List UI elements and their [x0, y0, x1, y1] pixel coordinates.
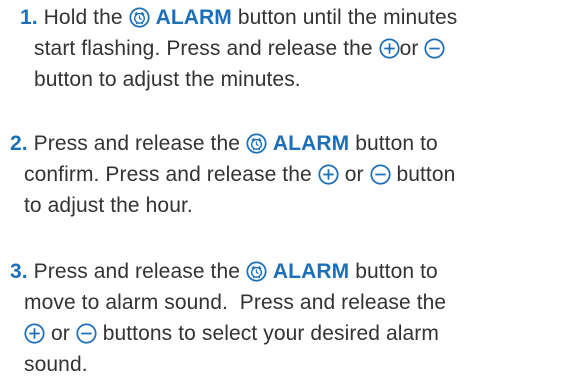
step-3-line-3-mid: or — [50, 322, 70, 345]
step-3-line-3-post: buttons to select your desired alarm — [102, 322, 439, 345]
step-2-line-3: to adjust the hour. — [24, 194, 193, 217]
plus-circle-icon — [379, 38, 400, 59]
step-3-line-1: 3. Press and release the ALARM button to — [10, 256, 550, 287]
step-1-line-1-post: button until the minutes — [237, 6, 458, 29]
alarm-clock-icon — [246, 133, 267, 154]
step-1-number: 1. — [20, 6, 38, 29]
instruction-step-2: 2. Press and release the ALARM button to… — [10, 128, 550, 221]
step-1-line-1: 1. Hold the ALARM button until the minut… — [20, 2, 560, 33]
step-1-line-3: button to adjust the minutes. — [34, 68, 301, 91]
alarm-clock-icon — [246, 261, 267, 282]
step-2-line-2: confirm. Press and release the or button — [10, 159, 550, 190]
step-2-line-1-post: button to — [355, 132, 438, 155]
step-2-line-2-mid: or — [344, 163, 364, 186]
step-2-line-2-post: button — [396, 163, 456, 186]
minus-circle-icon — [369, 164, 391, 185]
step-2-line-2-pre: confirm. Press and release the — [24, 163, 312, 186]
step-1-alarm-label: ALARM — [155, 6, 232, 29]
step-3-line-3: or buttons to select your desired alarm — [10, 318, 550, 349]
step-2-alarm-label: ALARM — [272, 132, 350, 155]
instruction-step-1: 1. Hold the ALARM button until the minut… — [20, 2, 560, 95]
step-2-line-1: 2. Press and release the ALARM button to — [10, 128, 550, 159]
step-3-line-4: sound. — [24, 353, 88, 376]
minus-circle-icon — [76, 323, 97, 344]
step-3-line-1-post: button to — [355, 260, 438, 283]
step-3-line-2: move to alarm sound. Press and release t… — [24, 291, 447, 314]
minus-circle-icon — [424, 38, 446, 59]
alarm-clock-icon — [129, 7, 150, 28]
plus-circle-icon — [24, 323, 45, 344]
step-1-line-2-pre: start flashing. Press and release the — [34, 37, 373, 60]
step-2-line-1-pre: Press and release the — [33, 132, 241, 155]
step-3-line-1-pre: Press and release the — [33, 260, 241, 283]
plus-circle-icon — [318, 164, 339, 185]
step-3-alarm-label: ALARM — [272, 260, 350, 283]
step-1-line-1-pre: Hold the — [43, 6, 123, 29]
instruction-step-3: 3. Press and release the ALARM button to… — [10, 256, 550, 380]
step-1-line-2: start flashing. Press and release the or — [20, 33, 560, 64]
step-3-number: 3. — [10, 260, 28, 283]
step-1-line-2-mid: or — [399, 37, 419, 60]
step-2-number: 2. — [10, 132, 28, 155]
